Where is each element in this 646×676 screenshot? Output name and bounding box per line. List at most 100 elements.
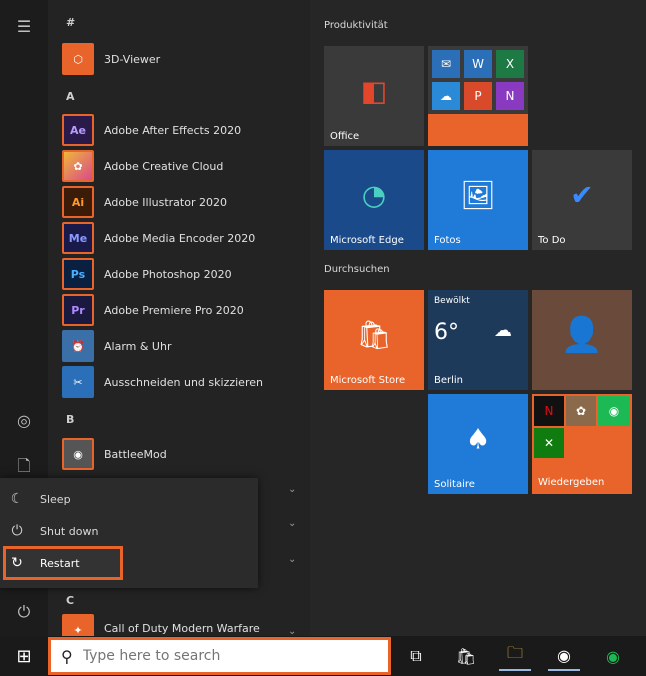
shutdown-label: Shut down [40, 524, 99, 538]
illustrator-icon: Ai [62, 186, 94, 218]
excel-icon: X [496, 50, 524, 78]
photoshop-icon: Ps [62, 258, 94, 290]
office-icon: ◧ [360, 74, 388, 108]
weather-temperature: 6° [434, 320, 459, 345]
list-item[interactable]: ✿ Adobe Creative Cloud [62, 149, 302, 183]
sleep-button[interactable]: ☾ Sleep [6, 484, 246, 514]
tile-edge[interactable]: ◔ Microsoft Edge [324, 150, 424, 250]
outlook-icon: ✉ [432, 50, 460, 78]
onedrive-icon: ☁ [432, 82, 460, 110]
news-photo-icon: 👤 [560, 315, 604, 355]
file-explorer-icon[interactable]: 🗀 [499, 641, 531, 671]
cloud-rain-icon: ☁ [494, 320, 512, 341]
restart-label: Restart [40, 556, 80, 570]
app-label: Adobe Photoshop 2020 [104, 267, 232, 281]
letter-header-b[interactable]: B [66, 413, 74, 426]
app-label: Adobe Illustrator 2020 [104, 195, 227, 209]
app-label: Alarm & Uhr [104, 339, 172, 353]
hamburger-icon[interactable]: ☰ [10, 12, 38, 40]
chevron-down-icon[interactable]: ⌄ [288, 554, 296, 565]
tile-label: To Do [538, 235, 566, 246]
call-of-duty-icon: ✦ [62, 614, 94, 636]
tile-label: Berlin [434, 375, 464, 386]
edge-icon: ◔ [361, 178, 387, 212]
battleye-icon: ◉ [62, 438, 94, 470]
letter-header-c[interactable]: C [66, 594, 74, 607]
power-icon: ⏻ [11, 523, 23, 539]
word-icon: W [464, 50, 492, 78]
tile-solitaire[interactable]: ♠ Solitaire [428, 394, 528, 494]
app-label: Adobe Media Encoder 2020 [104, 231, 256, 245]
list-item[interactable]: ⬡ 3D-Viewer [62, 42, 302, 76]
app-label: BattleeMod [104, 447, 167, 461]
restart-button[interactable]: ↻ Restart [3, 546, 123, 580]
list-item[interactable]: Ae Adobe After Effects 2020 [62, 113, 302, 147]
xbox-icon: ✕ [534, 428, 564, 458]
store-bag-icon: 🛍 [356, 318, 392, 352]
app-label: Ausschneiden und skizzieren [104, 375, 263, 389]
tile-store[interactable]: 🛍 Microsoft Store [324, 290, 424, 390]
group-title-productivity[interactable]: Produktivität [324, 20, 388, 31]
group-title-browse[interactable]: Durchsuchen [324, 264, 390, 275]
list-item[interactable]: ⏰ Alarm & Uhr [62, 329, 302, 363]
search-input[interactable] [82, 648, 353, 664]
tile-label: Solitaire [434, 479, 475, 490]
powerpoint-icon: P [464, 82, 492, 110]
list-item[interactable]: Me Adobe Media Encoder 2020 [62, 221, 302, 255]
list-item[interactable]: ✦ Call of Duty Modern Warfare [62, 614, 302, 636]
app-label: Adobe After Effects 2020 [104, 123, 242, 137]
weather-condition: Bewölkt [434, 296, 470, 306]
tile-label: Office [330, 131, 360, 142]
restart-icon: ↻ [11, 555, 23, 571]
power-icon[interactable]: ⏻ [10, 598, 38, 626]
premiere-pro-icon: Pr [62, 294, 94, 326]
tile-folder-apps[interactable]: ✉ W X ☁ P N [428, 46, 528, 146]
user-icon[interactable]: ◎ [10, 406, 38, 434]
letter-header-a[interactable]: A [66, 90, 75, 103]
start-menu-screen: ☰ ◎ 🗋 ⏻ # ⬡ 3D-Viewer A Ae Adobe After E… [0, 0, 646, 676]
spotify-taskbar-icon[interactable]: ◉ [597, 641, 629, 671]
snip-sketch-icon: ✂ [62, 366, 94, 398]
letter-header-hash[interactable]: # [66, 16, 75, 29]
checkmark-icon: ✔ [570, 178, 594, 212]
list-item[interactable]: ◉ BattleeMod [62, 437, 302, 471]
taskbar-search[interactable]: ⚲ [48, 637, 391, 675]
folder-strip [428, 114, 528, 146]
power-menu: ☾ Sleep ⏻ Shut down ↻ Restart [0, 478, 258, 588]
chrome-icon[interactable]: ◉ [548, 641, 580, 671]
task-view-icon[interactable]: ⧉ [400, 641, 432, 671]
app-label: Adobe Creative Cloud [104, 159, 224, 173]
onenote-icon: N [496, 82, 524, 110]
tile-photos[interactable]: 🖼 Fotos [428, 150, 528, 250]
list-item[interactable]: Ai Adobe Illustrator 2020 [62, 185, 302, 219]
windows-start-icon[interactable]: ⊞ [0, 636, 48, 676]
list-item[interactable]: ✂ Ausschneiden und skizzieren [62, 365, 302, 399]
app-label: Call of Duty Modern Warfare [104, 621, 260, 635]
shutdown-button[interactable]: ⏻ Shut down [6, 516, 246, 546]
moon-icon: ☾ [10, 491, 24, 507]
app-label: Adobe Premiere Pro 2020 [104, 303, 244, 317]
tile-todo[interactable]: ✔ To Do [532, 150, 632, 250]
tile-label: Fotos [434, 235, 461, 246]
alarm-clock-icon: ⏰ [62, 330, 94, 362]
app-label: 3D-Viewer [104, 52, 161, 66]
photos-icon: 🖼 [460, 178, 496, 212]
netflix-icon: N [534, 396, 564, 426]
tile-news[interactable]: 👤 [532, 290, 632, 390]
creative-cloud-icon: ✿ [62, 150, 94, 182]
search-icon: ⚲ [61, 646, 73, 666]
tile-play[interactable]: N ✿ ◉ ✕ Wiedergeben [532, 394, 632, 494]
taskbar: ⊞ ⚲ ⧉ 🛍 🗀 ◉ ◉ [0, 636, 646, 676]
tile-area: Produktivität ◧ Office ✉ W X ☁ P N ◔ Mic… [310, 0, 646, 636]
cards-icon: ♠ [465, 422, 491, 456]
media-encoder-icon: Me [62, 222, 94, 254]
spotify-icon: ◉ [598, 396, 630, 426]
tile-label: Microsoft Edge [330, 235, 404, 246]
tile-office[interactable]: ◧ Office [324, 46, 424, 146]
tile-weather[interactable]: Bewölkt 6° ☁ Berlin [428, 290, 528, 390]
chevron-down-icon[interactable]: ⌄ [288, 484, 296, 495]
list-item[interactable]: Ps Adobe Photoshop 2020 [62, 257, 302, 291]
store-taskbar-icon[interactable]: 🛍 [450, 641, 482, 671]
chevron-down-icon[interactable]: ⌄ [288, 518, 296, 529]
list-item[interactable]: Pr Adobe Premiere Pro 2020 [62, 293, 302, 327]
